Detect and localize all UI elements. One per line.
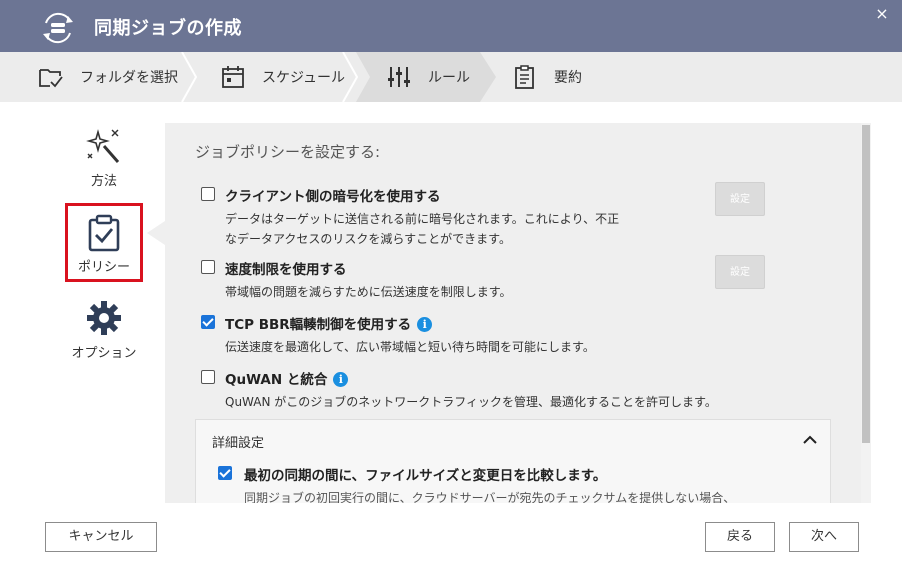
step-divider bbox=[181, 52, 198, 102]
option-title: 速度制限を使用する bbox=[225, 262, 347, 278]
selection-pointer bbox=[147, 221, 165, 245]
sliders-icon bbox=[388, 67, 410, 87]
option-title-wrap: QuWAN と統合 i bbox=[225, 368, 349, 388]
step-schedule: スケジュール bbox=[220, 52, 345, 102]
speed-limit-checkbox[interactable] bbox=[201, 260, 215, 274]
option-title-wrap: TCP BBR輻輳制御を使用する i bbox=[225, 313, 433, 333]
tcp-bbr-checkbox[interactable] bbox=[201, 315, 215, 329]
option-title: TCP BBR輻輳制御を使用する bbox=[225, 317, 412, 333]
nav-options[interactable]: オプション bbox=[65, 298, 143, 364]
step-label: 要約 bbox=[554, 70, 582, 86]
advanced-settings-section: 詳細設定 最初の同期の間に、ファイルサイズと変更日を比較します。 同期ジョブの初… bbox=[195, 419, 831, 503]
calendar-icon bbox=[222, 66, 244, 88]
option-desc: データはターゲットに送信される前に暗号化されます。これにより、不正 なデータアク… bbox=[225, 209, 619, 249]
desc-line: なデータアクセスのリスクを減らすことができます。 bbox=[225, 232, 511, 246]
speed-limit-settings-button[interactable]: 設定 bbox=[715, 255, 765, 289]
cancel-button[interactable]: キャンセル bbox=[45, 522, 157, 552]
sync-icon bbox=[43, 12, 73, 44]
nav-method[interactable]: 方法 bbox=[65, 126, 143, 192]
folder-select-icon bbox=[39, 69, 63, 88]
next-button[interactable]: 次へ bbox=[789, 522, 859, 552]
step-rules: ルール bbox=[386, 52, 470, 102]
magic-wand-icon bbox=[86, 129, 120, 163]
step-select-folder: フォルダを選択 bbox=[38, 52, 178, 102]
scrollbar-thumb[interactable] bbox=[862, 125, 870, 443]
info-icon[interactable]: i bbox=[333, 372, 349, 387]
clipboard-check-icon bbox=[88, 214, 120, 252]
encryption-settings-button[interactable]: 設定 bbox=[715, 182, 765, 216]
gear-icon bbox=[87, 301, 121, 335]
policy-panel: ジョブポリシーを設定する: クライアント側の暗号化を使用する データはターゲット… bbox=[165, 123, 861, 503]
option-quwan: QuWAN と統合 i QuWAN がこのジョブのネットワークトラフィックを管理、… bbox=[201, 368, 821, 409]
panel-scrollbar[interactable] bbox=[861, 123, 871, 503]
nav-method-label: 方法 bbox=[90, 174, 117, 189]
panel-heading: ジョブポリシーを設定する: bbox=[195, 143, 381, 161]
step-label: スケジュール bbox=[262, 70, 346, 86]
wizard-steps: フォルダを選択 スケジュール ルール 要約 bbox=[0, 52, 902, 102]
info-icon[interactable]: i bbox=[417, 317, 433, 332]
step-label: ルール bbox=[428, 70, 470, 86]
desc-line: データはターゲットに送信される前に暗号化されます。これにより、不正 bbox=[225, 212, 620, 226]
nav-policy[interactable]: ポリシー bbox=[65, 203, 143, 282]
step-summary: 要約 bbox=[512, 52, 582, 102]
advanced-settings-title: 詳細設定 bbox=[212, 436, 265, 451]
step-label: フォルダを選択 bbox=[80, 70, 178, 86]
close-button[interactable]: × bbox=[874, 6, 890, 22]
window-title: 同期ジョブの作成 bbox=[94, 18, 242, 39]
summary-icon bbox=[515, 65, 534, 89]
nav-options-label: オプション bbox=[71, 346, 137, 361]
quwan-checkbox[interactable] bbox=[201, 370, 215, 384]
option-desc: 伝送速度を最適化して、広い帯域幅と短い待ち時間を可能にします。 bbox=[225, 340, 595, 354]
title-bar: 同期ジョブの作成 × bbox=[0, 0, 902, 52]
nav-policy-label: ポリシー bbox=[77, 260, 130, 275]
option-desc: QuWAN がこのジョブのネットワークトラフィックを管理、最適化することを許可し… bbox=[225, 395, 717, 409]
option-title: 最初の同期の間に、ファイルサイズと変更日を比較します。 bbox=[244, 468, 607, 484]
option-desc: 帯域幅の問題を減らすために伝送速度を制限します。 bbox=[225, 285, 512, 299]
compare-size-date-checkbox[interactable] bbox=[218, 466, 232, 480]
option-desc: 同期ジョブの初回実行の間に、クラウドサーバーが宛先のチェックサムを提供しない場合… bbox=[244, 491, 736, 503]
chevron-up-icon[interactable] bbox=[802, 432, 818, 448]
option-title: クライアント側の暗号化を使用する bbox=[225, 189, 441, 205]
option-tcp-bbr: TCP BBR輻輳制御を使用する i 伝送速度を最適化して、広い帯域幅と短い待ち時… bbox=[201, 313, 821, 354]
option-title: QuWAN と統合 bbox=[225, 372, 328, 388]
back-button[interactable]: 戻る bbox=[705, 522, 775, 552]
client-encryption-checkbox[interactable] bbox=[201, 187, 215, 201]
